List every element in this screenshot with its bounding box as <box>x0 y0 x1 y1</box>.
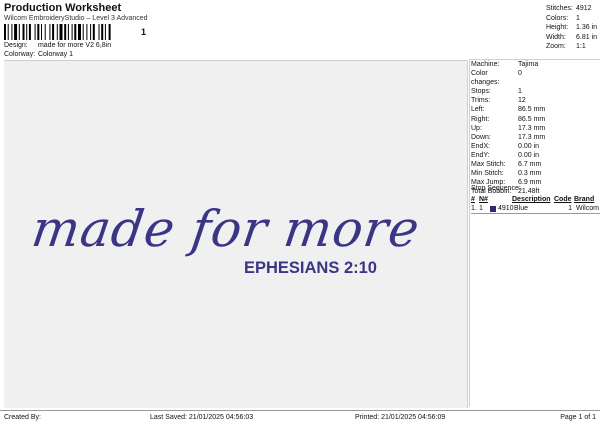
prop-stops: Stops: 1 <box>471 88 522 96</box>
barcode-bar <box>86 24 88 40</box>
footer-created-by: Created By: <box>4 414 41 421</box>
row-description: Blue <box>514 205 529 212</box>
barcode-bar <box>18 24 20 40</box>
colorway-row: Colorway: Colorway 1 <box>4 51 73 58</box>
barcode-bar <box>22 24 25 40</box>
barcode-bar <box>49 24 51 40</box>
design-preview: made for more EPHESIANS 2:10 <box>4 60 468 408</box>
prop-right: Right: 86.5 mm <box>471 115 546 123</box>
barcode-bar <box>4 24 6 40</box>
barcode <box>4 24 140 40</box>
col-description: Description <box>512 196 551 203</box>
stat-colors: Colors: 1 <box>546 14 580 22</box>
design-script-text: made for more <box>28 199 423 258</box>
colorway-value: Colorway 1 <box>37 51 73 58</box>
prop-endy: EndY: 0.00 in <box>471 151 540 159</box>
stat-stitches: Stitches: 4912 <box>546 5 592 12</box>
barcode-bar <box>104 24 106 40</box>
design-row: Design: made for more V2 6,8in <box>4 42 111 49</box>
col-code: Code <box>554 196 572 203</box>
footer: Created By: Last Saved: 21/01/2025 04:56… <box>0 410 600 425</box>
stop-sequence-row: 1. 1 4910 Blue 1 Wilcom <box>471 204 600 213</box>
barcode-bar <box>41 24 42 40</box>
row-brand: Wilcom <box>576 205 599 212</box>
col-n: N# <box>479 196 488 203</box>
barcode-bar <box>44 24 46 40</box>
prop-left: Left: 86.5 mm <box>471 106 546 114</box>
barcode-bar <box>90 24 92 40</box>
footer-printed: Printed: 21/01/2025 04:56:09 <box>355 414 446 421</box>
barcode-bar <box>78 24 81 40</box>
prop-min-stitch: Min Stitch: 0.3 mm <box>471 170 542 178</box>
design-preview-graphic: made for more EPHESIANS 2:10 <box>28 199 423 277</box>
stop-sequence-header: # N# Description Code Brand <box>471 195 600 204</box>
barcode-bar <box>71 24 73 40</box>
page-title: Production Worksheet <box>4 2 122 14</box>
software-subtitle: Wilcom EmbroideryStudio – Level 3 Advanc… <box>4 15 148 22</box>
stop-sequence-heading: Stop Sequence: <box>471 185 521 192</box>
footer-last-saved: Last Saved: 21/01/2025 04:56:03 <box>150 414 254 421</box>
top-stats: Stitches: 4912 Colors: 1 Height: 1.36 in Wi… <box>546 4 597 52</box>
barcode-bar <box>67 24 69 40</box>
barcode-bar <box>64 24 67 40</box>
barcode-bar <box>34 24 36 40</box>
row-num: 1. <box>471 205 477 212</box>
properties-list: Machine: Tajima Color changes: 0 Stops: 1 T… <box>471 60 545 196</box>
prop-endx: EndX: 0.00 in <box>471 142 540 150</box>
barcode-bar <box>108 24 111 40</box>
col-brand: Brand <box>574 196 595 203</box>
colorway-label: Colorway: <box>4 51 36 58</box>
barcode-bar <box>92 24 95 40</box>
stat-height: Height: 1.36 in <box>546 24 598 32</box>
design-label: Design: <box>4 42 28 49</box>
design-caps-text: EPHESIANS 2:10 <box>244 259 377 277</box>
stop-sequence-table: # N# Description Code Brand 1. 1 4910 Bl… <box>471 195 600 214</box>
prop-trims: Trims: 12 <box>471 97 526 105</box>
barcode-bar <box>7 24 9 40</box>
barcode-bar <box>37 24 40 40</box>
barcode-bar <box>14 24 18 40</box>
prop-up: Up: 17.3 mm <box>471 124 546 132</box>
barcode-bar <box>52 24 55 40</box>
barcode-bar <box>74 24 77 40</box>
barcode-bar <box>56 24 58 40</box>
row-code-id: 4910 <box>498 205 514 212</box>
prop-max-stitch: Max Stitch: 6.7 mm <box>471 161 542 169</box>
color-swatch <box>490 205 496 212</box>
row-code: 1 <box>568 205 572 212</box>
barcode-suffix: 1 <box>141 27 147 37</box>
row-n: 1 <box>479 205 483 212</box>
barcode-bar <box>28 24 31 40</box>
barcode-bar <box>101 24 104 40</box>
footer-page: Page 1 of 1 <box>560 414 596 421</box>
barcode-bar <box>82 24 84 40</box>
stat-width: Width: 6.81 in <box>546 33 598 41</box>
design-value: made for more V2 6,8in <box>37 42 112 49</box>
barcode-bar <box>11 24 13 40</box>
barcode-bar <box>59 24 63 40</box>
barcode-graphic <box>4 24 111 40</box>
prop-color-changes: Color changes: 0 <box>471 70 522 87</box>
col-num: # <box>471 196 475 203</box>
barcode-bar <box>98 24 100 40</box>
barcode-bar <box>26 24 28 40</box>
prop-down: Down: 17.3 mm <box>471 133 546 141</box>
prop-machine: Machine: Tajima <box>471 61 539 68</box>
stat-zoom: Zoom: 1:1 <box>546 43 586 51</box>
